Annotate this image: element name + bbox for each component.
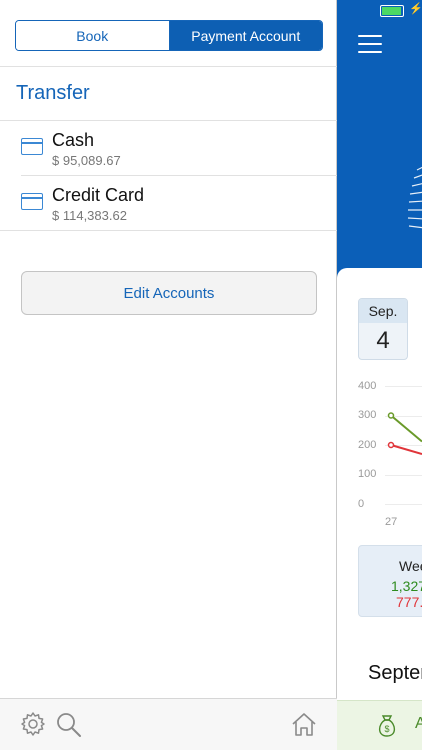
gear-icon[interactable] <box>19 710 47 738</box>
money-bag-icon: $ <box>378 715 396 737</box>
y-tick-label: 200 <box>358 439 377 451</box>
gauge-ticks-icon <box>407 166 422 229</box>
account-name: Credit Card <box>52 185 145 205</box>
card-icon <box>21 138 43 155</box>
bottom-action-bar[interactable]: $ A <box>337 700 422 750</box>
grid-line <box>385 386 422 387</box>
account-balance: $ 95,089.67 <box>52 153 121 168</box>
weekly-income: 1,327 <box>391 578 422 594</box>
charging-icon: ⚡ <box>409 3 422 15</box>
trend-chart <box>387 412 422 455</box>
home-icon[interactable] <box>290 710 318 738</box>
segmented-control: Book Payment Account <box>15 20 323 51</box>
search-icon[interactable] <box>54 710 82 738</box>
y-tick-label: 300 <box>358 409 377 421</box>
transfer-link[interactable]: Transfer <box>16 82 90 105</box>
battery-icon <box>380 5 404 17</box>
main-panel: ⚡ Sep. 4 400 300 200 100 0 27 Wee <box>337 0 422 750</box>
divider <box>0 230 337 231</box>
bottom-action-label: A <box>415 715 422 732</box>
bottom-toolbar <box>0 698 337 750</box>
data-point <box>387 441 395 449</box>
date-badge[interactable]: Sep. 4 <box>358 298 408 360</box>
segment-book[interactable]: Book <box>16 21 170 50</box>
date-month: Sep. <box>359 299 407 323</box>
y-tick-label: 0 <box>358 498 365 510</box>
y-tick-label: 400 <box>358 380 377 392</box>
menu-icon[interactable] <box>358 35 382 53</box>
segment-payment-account[interactable]: Payment Account <box>169 21 322 50</box>
account-row-cash[interactable]: Cash $ 95,089.67 <box>0 121 337 176</box>
weekly-title: Wee <box>399 558 422 574</box>
divider <box>0 66 337 67</box>
weekly-summary[interactable]: Wee 1,327 777. <box>358 545 422 617</box>
side-drawer: Book Payment Account Transfer Cash $ 95,… <box>0 0 337 750</box>
weekly-expense: 777. <box>396 594 422 610</box>
header: ⚡ <box>337 0 422 290</box>
card-icon <box>21 193 43 210</box>
series-line <box>390 414 422 443</box>
account-name: Cash <box>52 130 95 150</box>
edit-accounts-button[interactable]: Edit Accounts <box>21 271 317 315</box>
y-tick-label: 100 <box>358 468 377 480</box>
series-line <box>390 444 422 455</box>
data-point <box>387 412 395 419</box>
x-tick-label: 27 <box>385 516 398 528</box>
month-section-title: Septer <box>368 662 422 684</box>
svg-text:$: $ <box>384 724 389 734</box>
account-balance: $ 114,383.62 <box>52 208 127 223</box>
date-day: 4 <box>376 327 390 354</box>
account-row-credit-card[interactable]: Credit Card $ 114,383.62 <box>0 176 337 231</box>
